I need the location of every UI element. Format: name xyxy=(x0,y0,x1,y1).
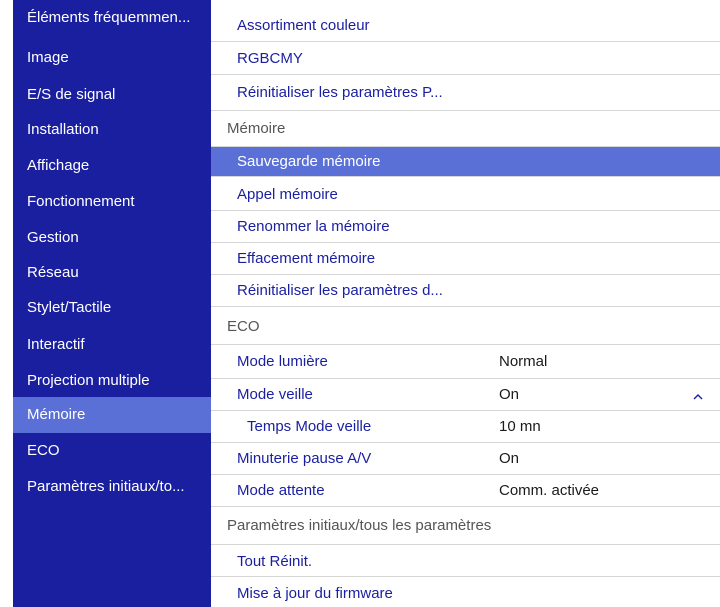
sidebar-item-fonctionnement[interactable]: Fonctionnement xyxy=(13,184,211,220)
sidebar-item-eco[interactable]: ECO xyxy=(13,433,211,469)
list-item-value: On xyxy=(499,450,520,467)
list-item-sauvegarde-memoire[interactable]: Sauvegarde mémoire xyxy=(211,147,720,177)
sidebar-item-parametres-initiaux[interactable]: Paramètres initiaux/to... xyxy=(13,469,211,505)
list-item-label: Minuterie pause A/V xyxy=(237,450,372,467)
list-item-mode-attente[interactable]: Mode attente Comm. activée xyxy=(211,475,720,507)
list-item-effacement-memoire[interactable]: Effacement mémoire xyxy=(211,243,720,275)
list-item-label: Sauvegarde mémoire xyxy=(237,153,381,170)
sidebar-item-projection-multiple[interactable]: Projection multiple xyxy=(13,363,211,399)
list-item-reinitialiser-parametres-p[interactable]: Réinitialiser les paramètres P... xyxy=(211,75,720,111)
sidebar-item-image[interactable]: Image xyxy=(13,40,211,76)
list-item-label: Effacement mémoire xyxy=(237,250,376,267)
sidebar-item-elements-frequemment[interactable]: Éléments fréquemmen... xyxy=(13,0,211,36)
sidebar-item-memoire[interactable]: Mémoire xyxy=(13,397,211,433)
sidebar-item-installation[interactable]: Installation xyxy=(13,112,211,148)
list-item-label: Réinitialiser les paramètres d... xyxy=(237,282,443,299)
section-header-label: Mémoire xyxy=(227,120,286,137)
list-item-reinitialiser-parametres-d[interactable]: Réinitialiser les paramètres d... xyxy=(211,275,720,307)
sidebar-item-reseau[interactable]: Réseau xyxy=(13,255,211,291)
submenu-list: Assortiment couleur RGBCMY Réinitialiser… xyxy=(211,0,720,607)
list-item-label: Appel mémoire xyxy=(237,186,338,203)
list-item-assortiment-couleur[interactable]: Assortiment couleur xyxy=(211,8,720,42)
list-item-mode-lumiere[interactable]: Mode lumière Normal xyxy=(211,345,720,379)
list-item-label: RGBCMY xyxy=(237,50,303,67)
list-item-value: On xyxy=(499,386,520,403)
list-item-value: Comm. activée xyxy=(499,482,600,499)
list-item-label: Mode attente xyxy=(237,482,325,499)
list-item-appel-memoire[interactable]: Appel mémoire xyxy=(211,177,720,211)
sidebar: Éléments fréquemmen... Image E/S de sign… xyxy=(13,0,211,607)
list-item-value: Normal xyxy=(499,353,548,370)
section-header-label: ECO xyxy=(227,318,260,335)
list-item-label: Renommer la mémoire xyxy=(237,218,390,235)
list-item-tout-reinit[interactable]: Tout Réinit. xyxy=(211,545,720,577)
sidebar-item-gestion[interactable]: Gestion xyxy=(13,220,211,256)
section-header-eco: ECO xyxy=(211,307,720,345)
list-item-label: Assortiment couleur xyxy=(237,17,370,34)
list-item-label: Réinitialiser les paramètres P... xyxy=(237,84,443,101)
list-item-label: Mode lumière xyxy=(237,353,328,370)
sidebar-item-stylet-tactile[interactable]: Stylet/Tactile xyxy=(13,290,211,326)
list-item-minuterie-pause-av[interactable]: Minuterie pause A/V On xyxy=(211,443,720,475)
list-item-mode-veille[interactable]: Mode veille On xyxy=(211,379,720,411)
section-header-memoire: Mémoire xyxy=(211,111,720,147)
sidebar-item-affichage[interactable]: Affichage xyxy=(13,148,211,184)
list-item-mise-a-jour-firmware[interactable]: Mise à jour du firmware xyxy=(211,577,720,607)
list-item-label: Temps Mode veille xyxy=(247,418,372,435)
list-item-label: Mode veille xyxy=(237,386,313,403)
section-header-parametres-initiaux: Paramètres initiaux/tous les paramètres xyxy=(211,507,720,545)
sidebar-item-interactif[interactable]: Interactif xyxy=(13,327,211,363)
chevron-up-icon[interactable] xyxy=(693,392,703,402)
section-header-label: Paramètres initiaux/tous les paramètres xyxy=(227,517,492,534)
menu-screen: Éléments fréquemmen... Image E/S de sign… xyxy=(0,0,720,607)
list-item-rgbcmy[interactable]: RGBCMY xyxy=(211,42,720,75)
list-item-temps-mode-veille[interactable]: Temps Mode veille 10 mn xyxy=(211,411,720,443)
list-item-value: 10 mn xyxy=(499,418,541,435)
list-item-label: Mise à jour du firmware xyxy=(237,585,393,602)
sidebar-item-es-de-signal[interactable]: E/S de signal xyxy=(13,77,211,113)
list-item-label: Tout Réinit. xyxy=(237,553,313,570)
list-item-renommer-memoire[interactable]: Renommer la mémoire xyxy=(211,211,720,243)
